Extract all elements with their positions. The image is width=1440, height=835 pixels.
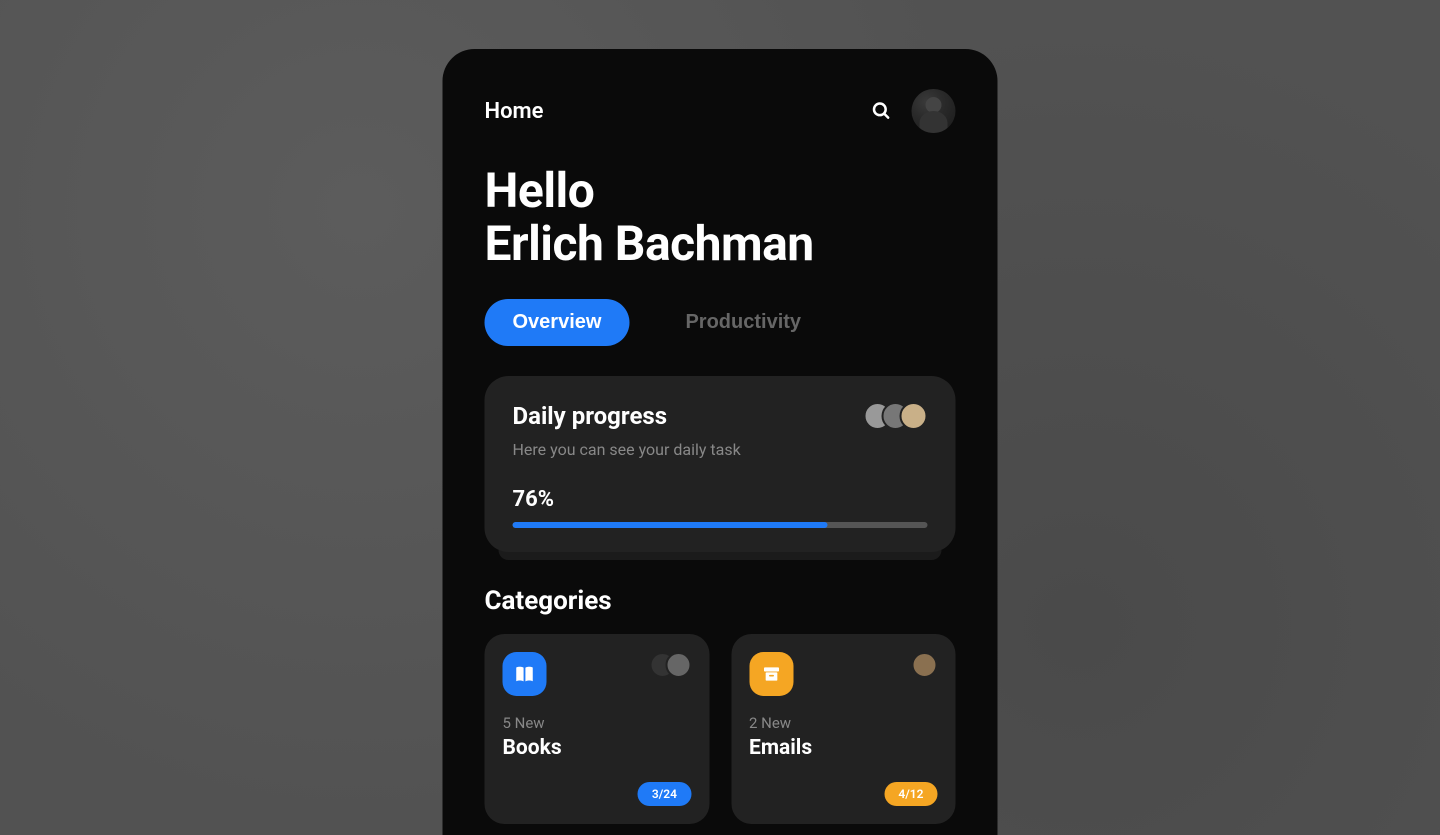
topbar-actions [870, 89, 956, 133]
greeting-line1: Hello [485, 162, 595, 219]
category-progress-badge: 3/24 [638, 782, 691, 806]
greeting-heading: Hello Erlich Bachman [485, 165, 956, 271]
progress-bar-fill [513, 522, 828, 528]
category-avatars [649, 652, 691, 678]
category-avatars [912, 652, 938, 678]
card-avatar-group [864, 402, 928, 430]
card-subtitle: Here you can see your daily task [513, 440, 928, 459]
category-card-books[interactable]: 5 New Books 3/24 [485, 634, 710, 824]
avatar [665, 652, 691, 678]
category-progress-badge: 4/12 [884, 782, 937, 806]
search-button[interactable] [870, 99, 894, 123]
card-title: Daily progress [513, 402, 668, 430]
tab-productivity[interactable]: Productivity [657, 299, 829, 346]
page-title: Home [485, 99, 544, 124]
tabs: Overview Productivity [485, 299, 956, 346]
search-icon [872, 101, 892, 121]
categories-section-title: Categories [485, 586, 956, 616]
card-header: Daily progress [513, 402, 928, 430]
topbar: Home [485, 89, 956, 133]
avatar [900, 402, 928, 430]
categories-grid: 5 New Books 3/24 2 New Emai [485, 634, 956, 824]
category-title: Books [503, 736, 692, 760]
category-footer: 4/12 [749, 782, 938, 806]
category-card-header [503, 652, 692, 696]
category-card-emails[interactable]: 2 New Emails 4/12 [731, 634, 956, 824]
profile-avatar[interactable] [912, 89, 956, 133]
category-new-count: 5 New [503, 714, 692, 732]
category-new-count: 2 New [749, 714, 938, 732]
mobile-app-frame: Home Hello Erlich Bachman Overview Produ… [443, 49, 998, 835]
greeting-line2: Erlich Bachman [485, 215, 814, 272]
progress-bar [513, 522, 928, 528]
avatar [912, 652, 938, 678]
daily-progress-card[interactable]: Daily progress Here you can see your dai… [485, 376, 956, 552]
category-card-header [749, 652, 938, 696]
category-title: Emails [749, 736, 938, 760]
tab-overview[interactable]: Overview [485, 299, 630, 346]
archive-icon [749, 652, 793, 696]
progress-percent-label: 76% [513, 487, 928, 512]
book-icon [503, 652, 547, 696]
category-footer: 3/24 [503, 782, 692, 806]
